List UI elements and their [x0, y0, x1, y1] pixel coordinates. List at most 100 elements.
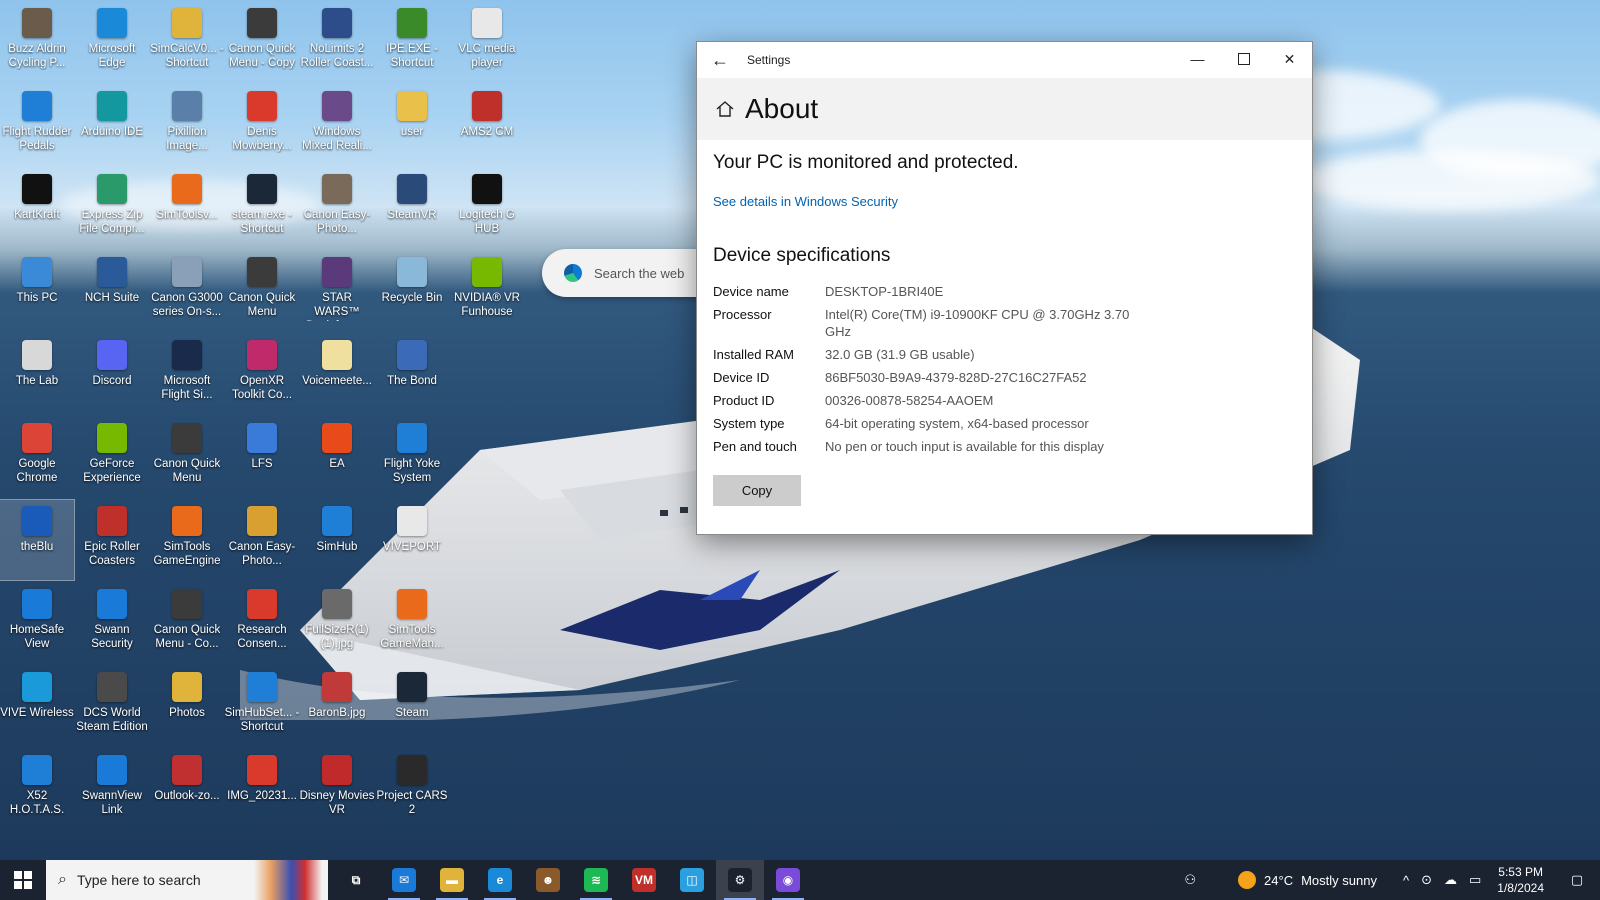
desktop-icon[interactable]: Steam [375, 666, 449, 746]
desktop-icon[interactable]: STAR WARS™ Battlefront... [300, 251, 374, 331]
desktop-icon[interactable]: Project CARS 2 [375, 749, 449, 829]
desktop-icon[interactable]: NoLimits 2 Roller Coast... [300, 2, 374, 82]
desktop-icon[interactable]: Recycle Bin [375, 251, 449, 331]
desktop-icon[interactable]: Google Chrome [0, 417, 74, 497]
desktop-icon[interactable]: The Bond [375, 334, 449, 414]
desktop-icon[interactable]: VIVEPORT [375, 500, 449, 580]
desktop-icon[interactable]: FullSizeR(1) (1).jpg [300, 583, 374, 663]
clock[interactable]: 5:53 PM 1/8/2024 [1487, 864, 1554, 896]
desktop-icon[interactable]: VIVE Wireless [0, 666, 74, 746]
desktop-icon[interactable]: IPE.EXE - Shortcut [375, 2, 449, 82]
desktop-web-search[interactable]: Search the web [542, 249, 712, 297]
desktop-icon[interactable]: Flight Yoke System [375, 417, 449, 497]
desktop-icon[interactable]: Express Zip File Compr... [75, 168, 149, 248]
desktop-icon[interactable]: Canon Quick Menu [150, 417, 224, 497]
taskbar-vr-app-button[interactable]: ◫ [668, 860, 716, 900]
desktop-icon[interactable]: Canon Easy-Photo... [225, 500, 299, 580]
desktop-icon[interactable]: Research Consen... [225, 583, 299, 663]
desktop-icon[interactable]: Swann Security [75, 583, 149, 663]
desktop-icon[interactable]: user [375, 85, 449, 165]
maximize-button[interactable] [1221, 42, 1266, 76]
desktop-icon[interactable]: Canon Easy-Photo... [300, 168, 374, 248]
desktop-icon[interactable]: Microsoft Flight Si... [150, 334, 224, 414]
taskbar-file-explorer-button[interactable]: ▬ [428, 860, 476, 900]
taskbar-game-app-button[interactable]: ☻ [524, 860, 572, 900]
desktop-icon[interactable]: NCH Suite [75, 251, 149, 331]
desktop-icon[interactable]: AMS2 CM [450, 85, 524, 165]
taskbar-spotify-button[interactable]: ≋ [572, 860, 620, 900]
notification-icon: ▢ [1570, 872, 1584, 887]
desktop-icon[interactable]: SwannView Link [75, 749, 149, 829]
desktop-icon[interactable]: SimToolsv... [150, 168, 224, 248]
desktop-icon[interactable]: Discord [75, 334, 149, 414]
taskbar-task-view-button[interactable]: ⧉ [332, 860, 380, 900]
desktop-icon[interactable]: VLC media player [450, 2, 524, 82]
taskbar-mail-button[interactable]: ✉ [380, 860, 428, 900]
windows-security-link[interactable]: See details in Windows Security [713, 194, 898, 209]
page-title: About [745, 93, 819, 124]
home-icon[interactable] [715, 99, 735, 119]
desktop-icon[interactable]: Flight Rudder Pedals [0, 85, 74, 165]
onedrive-button[interactable]: ☁ [1438, 872, 1463, 888]
canon-quick-menu-icon [247, 257, 277, 287]
steam-icon [247, 174, 277, 204]
desktop-icon-label: Outlook-zo... [154, 790, 220, 802]
desktop-icon[interactable]: SimCalcV0... - Shortcut [150, 2, 224, 82]
desktop-icon[interactable]: IMG_20231... [225, 749, 299, 829]
desktop-icon[interactable]: Photos [150, 666, 224, 746]
gamepad-icon [322, 506, 352, 536]
desktop-icon[interactable]: This PC [0, 251, 74, 331]
desktop-icon-label: STAR WARS™ Battlefront... [306, 292, 368, 321]
desktop-icon[interactable]: Logitech G HUB [450, 168, 524, 248]
desktop-icon[interactable]: theBlu [0, 499, 75, 581]
copy-button[interactable]: Copy [713, 475, 801, 506]
desktop-icon[interactable]: Microsoft Edge [75, 2, 149, 82]
desktop-icon[interactable]: HomeSafe View [0, 583, 74, 663]
desktop-icon[interactable]: NVIDIA® VR Funhouse [450, 251, 524, 331]
desktop-icon[interactable]: Arduino IDE [75, 85, 149, 165]
desktop-icon[interactable]: EA [300, 417, 374, 497]
search-icon: ⌕ [58, 871, 67, 888]
desktop-icon[interactable]: GeForce Experience [75, 417, 149, 497]
desktop-icon[interactable]: BaronB.jpg [300, 666, 374, 746]
desktop-icon[interactable]: SimTools GameMan... [375, 583, 449, 663]
desktop-icon[interactable]: SimHub [300, 500, 374, 580]
network-button[interactable]: ▭ [1463, 872, 1487, 888]
tray-app-button[interactable]: ⊙ [1415, 872, 1438, 888]
desktop-icon[interactable]: steam.exe - Shortcut [225, 168, 299, 248]
desktop-icon[interactable]: Windows Mixed Reali... [300, 85, 374, 165]
back-button[interactable]: ← [697, 42, 743, 78]
desktop-icon[interactable]: Epic Roller Coasters [75, 500, 149, 580]
action-center-button[interactable]: ▢ [1554, 872, 1600, 888]
desktop-icon[interactable]: X52 H.O.T.A.S. [0, 749, 74, 829]
desktop-icon[interactable]: The Lab [0, 334, 74, 414]
desktop-icon[interactable]: Disney Movies VR [300, 749, 374, 829]
desktop-icon[interactable]: Canon Quick Menu [225, 251, 299, 331]
desktop-icon[interactable]: DCS World Steam Edition [75, 666, 149, 746]
minimize-button[interactable]: — [1175, 42, 1220, 76]
desktop-icon[interactable]: SimTools GameEngine [150, 500, 224, 580]
desktop-icon[interactable]: Canon Quick Menu - Copy [225, 2, 299, 82]
close-button[interactable]: ✕ [1267, 42, 1312, 76]
people-button[interactable]: ⚇ [1178, 872, 1202, 888]
desktop-icon[interactable]: Outlook-zo... [150, 749, 224, 829]
desktop-icon[interactable]: Canon Quick Menu - Co... [150, 583, 224, 663]
desktop-icon[interactable]: SteamVR [375, 168, 449, 248]
start-button[interactable] [0, 860, 46, 900]
taskbar-edge-button[interactable]: e [476, 860, 524, 900]
taskbar-search-box[interactable]: ⌕ Type here to search [46, 860, 328, 900]
desktop-icon[interactable]: Denis Mowberry... [225, 85, 299, 165]
desktop-icon[interactable]: SimHubSet... - Shortcut [225, 666, 299, 746]
taskbar-chat-app-button[interactable]: ◉ [764, 860, 812, 900]
desktop-icon[interactable]: KartKraft [0, 168, 74, 248]
weather-widget[interactable]: 24°C Mostly sunny [1232, 871, 1383, 889]
desktop-icon[interactable]: Voicemeete... [300, 334, 374, 414]
desktop-icon[interactable]: Pixillion Image... [150, 85, 224, 165]
taskbar-voicemeeter-button[interactable]: VM [620, 860, 668, 900]
taskbar-settings-button[interactable]: ⚙ [716, 860, 764, 900]
desktop-icon[interactable]: LFS [225, 417, 299, 497]
desktop-icon[interactable]: OpenXR Toolkit Co... [225, 334, 299, 414]
desktop-icon[interactable]: Buzz Aldrin Cycling P... [0, 2, 74, 82]
show-hidden-icons-button[interactable]: ^ [1397, 873, 1415, 888]
desktop-icon[interactable]: Canon G3000 series On-s... [150, 251, 224, 331]
